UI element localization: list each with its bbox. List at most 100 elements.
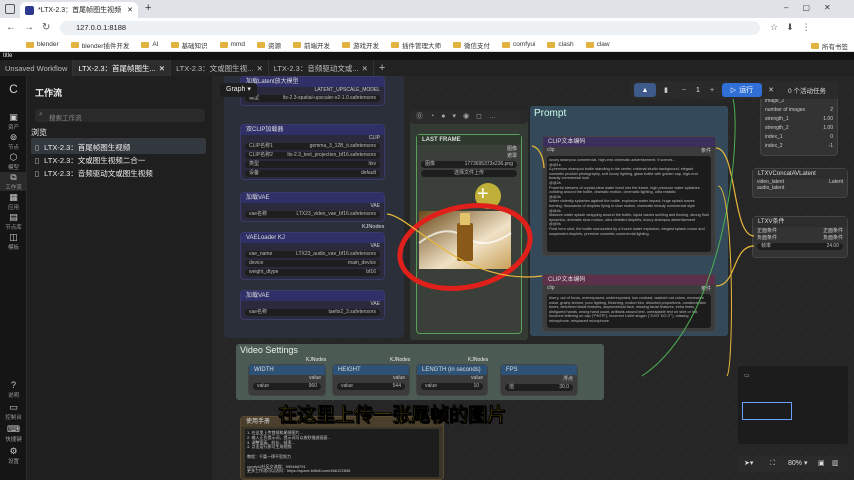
tab-label: LTX-2.3：文或图生视... (176, 63, 254, 73)
active-tasks[interactable]: 0 个活动任务 (778, 83, 836, 97)
run-toolbar: ▲ ▮ − 1 + ▷ 运行 ✕ 0 个活动任务 (630, 81, 839, 99)
manual-line: 更多工作流可以访问：https://space.bilibili.com/466… (247, 468, 351, 474)
minimap[interactable]: ▭ (738, 366, 848, 444)
close-icon[interactable]: ✕ (159, 64, 165, 73)
folder-icon (70, 41, 79, 48)
tab-label: LTX-2.3：音频驱动文或... (273, 63, 359, 73)
ltx-logo-icon[interactable]: ▲ (634, 83, 656, 97)
bookmark-label: clash (558, 41, 574, 48)
sidebar-item-workflow[interactable]: ⧉ 工作流 (0, 172, 27, 191)
sidebar-item-image[interactable]: ▣ 资产 (0, 112, 27, 131)
help-icon: ? (10, 380, 16, 390)
bookmark-item[interactable]: 基础知识 (170, 40, 208, 50)
length-input[interactable]: value 10 (421, 383, 483, 390)
close-icon[interactable]: ✕ (362, 64, 368, 73)
sidebar-item-nodes[interactable]: ⊚ 节点 (0, 132, 27, 151)
width-input[interactable]: value 960 (253, 383, 321, 390)
folder-icon (501, 41, 510, 48)
run-button[interactable]: ▷ 运行 (722, 83, 762, 97)
grid-toggle-icon[interactable]: ▥ (832, 456, 839, 472)
bookmark-item[interactable]: AI (141, 40, 159, 50)
pointer-icon[interactable]: ➤▾ (744, 456, 753, 472)
window-controls[interactable]: –▢✕ (784, 3, 845, 12)
sidebar-item-console[interactable]: ▭ 控制台 (0, 402, 27, 421)
nav-buttons[interactable]: ←→↻ (6, 22, 58, 33)
file-icon: ▯ (35, 169, 40, 178)
all-bookmarks-label: 所有书签 (822, 44, 848, 51)
workflow-search-input[interactable]: ⌕ 搜索工作流 (35, 109, 205, 122)
graph-canvas[interactable]: Prompt Video Settings 加载Latent放大模型 LATEN… (212, 76, 854, 480)
url-input[interactable]: 127.0.0.1:8188 (60, 21, 760, 35)
folder-icon (256, 41, 265, 48)
bookmark-item[interactable]: claw (585, 40, 610, 50)
workflow-tab-unsaved[interactable]: Unsaved Workflow (0, 60, 74, 76)
close-icon[interactable]: ✕ (766, 83, 776, 97)
run-label: 运行 (739, 87, 754, 94)
sidebar-item-apps[interactable]: ▦ 应用 (0, 192, 27, 211)
workflow-tabs: Unsaved Workflow LTX-2.3：首尾帧图生... ✕ LTX-2… (0, 60, 854, 76)
video-setting-length-node[interactable]: LENGTH (in seconds) value value 10 (416, 364, 488, 396)
plus-icon[interactable]: + (706, 83, 718, 97)
sidebar-item-gear[interactable]: ⚙ 设置 (0, 446, 27, 465)
sidebar-item-help[interactable]: ? 说明 (0, 380, 27, 399)
folder-icon (170, 41, 179, 48)
tab-list-icon[interactable] (5, 4, 15, 14)
zoom-level[interactable]: 80% (788, 456, 802, 472)
sidebar-item-library[interactable]: ▤ 节点库 (0, 212, 27, 231)
workflow-icon: ⧉ (10, 172, 17, 182)
all-bookmarks[interactable]: 所有书签 (811, 41, 848, 51)
bookmark-item[interactable]: blender插件开发 (70, 40, 129, 50)
fit-view-icon[interactable]: ⛶ (770, 456, 775, 472)
bookmark-item[interactable]: mmd (219, 40, 245, 50)
video-setting-fps-node[interactable]: FPS 浮点值 30.0 (500, 364, 578, 396)
queue-count[interactable]: 1 (692, 83, 704, 97)
sidebar-item-keyboard[interactable]: ⌨ 快捷键 (0, 424, 27, 443)
bookmark-item[interactable]: 前端开发 (292, 40, 330, 50)
minimap-close-icon[interactable]: ▭ (744, 372, 750, 379)
workflow-list-item[interactable]: ▯ LTX-2.3：音频驱动文或图生视频 (35, 167, 205, 180)
bookmark-label: comfyui (512, 41, 536, 48)
close-icon[interactable]: ✕ (127, 6, 133, 14)
workflow-tab-first-last[interactable]: LTX-2.3：首尾帧图生... ✕ (73, 60, 172, 76)
workflow-list-item[interactable]: ▯ LTX-2.3：文或图生视频二合一 (35, 154, 205, 167)
browser-toolbar-icons[interactable]: ☆⬇⋮ (770, 22, 819, 33)
sidebar-item-label: 工作流 (5, 185, 22, 191)
search-icon: ⌕ (39, 111, 43, 118)
workflow-tab-text-image[interactable]: LTX-2.3：文或图生视... ✕ (171, 60, 269, 76)
sidebar-item-model[interactable]: ⬡ 模型 (0, 152, 27, 171)
bookmark-item[interactable]: 插件管理大师 (390, 40, 441, 50)
new-tab-button[interactable]: + (145, 2, 151, 14)
nodes-icon: ⊚ (9, 132, 18, 142)
app-title: title (3, 53, 13, 59)
comfy-favicon-icon (25, 5, 34, 15)
minus-icon[interactable]: − (678, 83, 690, 97)
workflow-list-item[interactable]: ▯ LTX-2.3：首尾帧图生视频 (35, 141, 205, 154)
bookmark-icon[interactable]: ▮ (660, 83, 672, 97)
sidebar-item-label: 节点 (7, 145, 19, 151)
browser-tab-active[interactable]: *LTX-2.3：首尾帧图生视频 - C ✕ (20, 2, 138, 18)
chevron-down-icon[interactable]: ▾ (804, 456, 808, 472)
section-label: 浏览 (31, 128, 47, 137)
bookmark-item[interactable]: 资源 (256, 40, 281, 50)
add-workflow-tab-button[interactable]: + (374, 60, 390, 76)
sidebar-item-label: 快捷键 (5, 437, 22, 443)
field-label: value (425, 383, 437, 389)
browser-tabbar: *LTX-2.3：首尾帧图生视频 - C ✕ + –▢✕ (0, 0, 854, 18)
video-setting-width-node[interactable]: WIDTH value value 960 (248, 364, 326, 396)
height-input[interactable]: value 544 (337, 383, 405, 390)
video-setting-height-node[interactable]: HEIGHT value value 544 (332, 364, 410, 396)
bookmark-item[interactable]: comfyui (501, 40, 536, 50)
sidebar-item-label: 资产 (7, 125, 19, 131)
canvas-controls: ➤▾ ⛶ 80% ▾ ▣ ▥ (738, 456, 848, 472)
bookmark-label: blender (37, 41, 59, 48)
fps-input[interactable]: 值 30.0 (505, 384, 573, 391)
workflow-tab-audio[interactable]: LTX-2.3：音频驱动文或... ✕ (269, 60, 374, 76)
bookmark-item[interactable]: clash (547, 40, 574, 50)
field-label: value (257, 383, 269, 389)
sidebar-item-template[interactable]: ◫ 模板 (0, 232, 27, 251)
bookmark-item[interactable]: 微信支付 (452, 40, 490, 50)
close-icon[interactable]: ✕ (256, 64, 262, 73)
minimap-toggle-icon[interactable]: ▣ (818, 456, 825, 472)
bookmark-item[interactable]: blender (26, 40, 59, 50)
bookmark-item[interactable]: 游戏开发 (341, 40, 379, 50)
